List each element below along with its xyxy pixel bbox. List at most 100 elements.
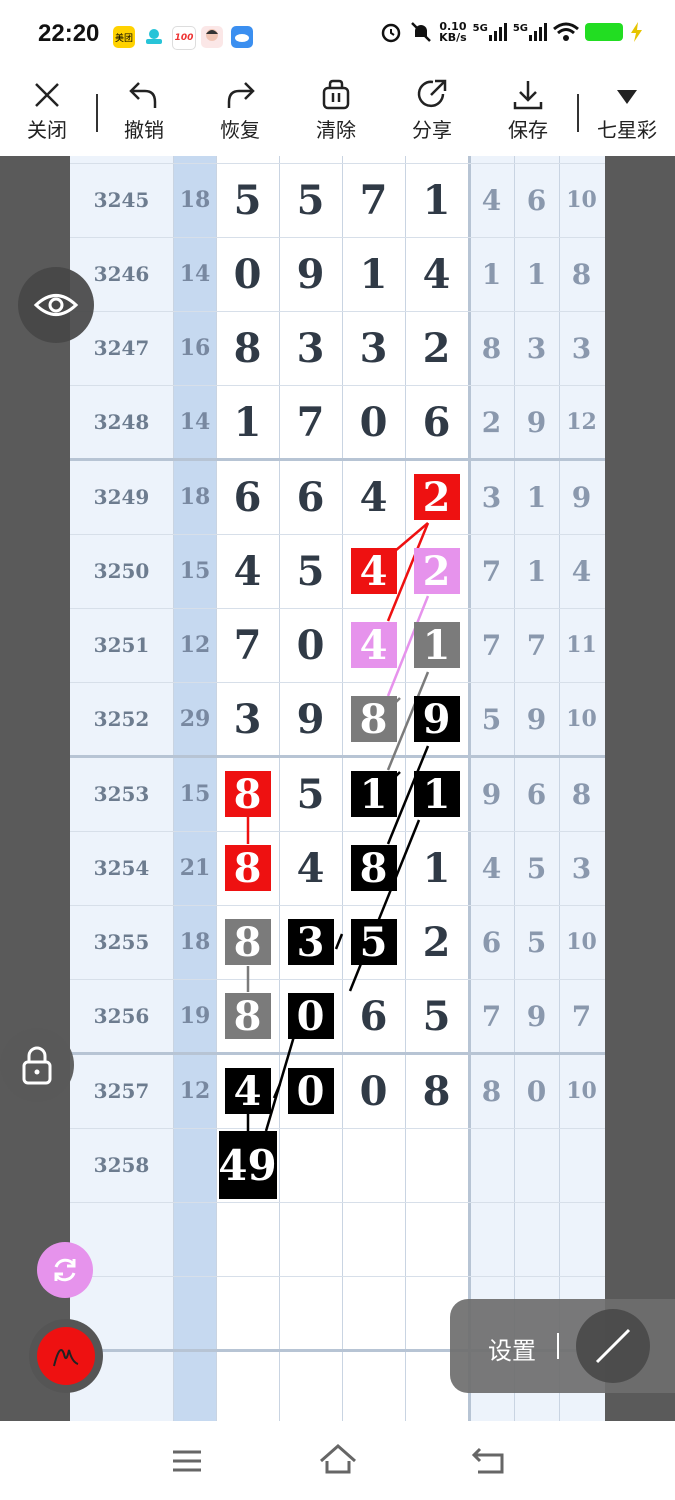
stat-cell: 10 <box>566 706 597 732</box>
digit-cell[interactable]: 1 <box>405 163 468 237</box>
digit-cell-highlight-pink[interactable]: 2 <box>405 534 468 608</box>
digit-cell-highlight-black[interactable]: 5 <box>342 905 405 979</box>
table-row: 3247 16 8 3 3 2 8 3 3 <box>70 311 605 385</box>
digit-cell[interactable]: 7 <box>279 385 342 459</box>
digit-cell[interactable]: 0 <box>342 385 405 459</box>
settings-button[interactable]: 设置 <box>488 1331 536 1366</box>
digit-cell[interactable]: 6 <box>279 460 342 534</box>
alarm-icon <box>381 23 401 43</box>
digit-cell-highlight-black[interactable]: 0 <box>279 1054 342 1128</box>
digit-cell[interactable]: 8 <box>216 311 279 385</box>
digit-cell[interactable]: 3 <box>342 311 405 385</box>
menu-nav-button[interactable] <box>170 1447 204 1479</box>
digit-cell-highlight-red[interactable]: 8 <box>216 831 279 905</box>
stat-cell: 4 <box>481 851 502 885</box>
digit-cell-highlight-black[interactable]: 49 <box>216 1128 279 1202</box>
table-row: 3258 49 <box>70 1128 605 1202</box>
digit-cell-highlight-gray[interactable]: 8 <box>216 905 279 979</box>
stat-cell: 3 <box>481 480 502 514</box>
chart-area[interactable]: 3245 18 5 5 7 1 4 6 10 3246 14 0 9 1 4 1… <box>0 156 675 1421</box>
clear-button[interactable]: 清除 <box>301 78 371 143</box>
digit-cell[interactable]: 4 <box>279 831 342 905</box>
lock-button[interactable] <box>0 1028 74 1102</box>
save-button[interactable]: 保存 <box>493 78 563 143</box>
stat-cell: 7 <box>481 628 502 662</box>
issue-number: 3249 <box>93 485 150 509</box>
back-nav-button[interactable] <box>470 1445 506 1479</box>
menu-icon <box>173 1450 201 1472</box>
digit-cell[interactable]: 5 <box>405 979 468 1053</box>
digit-cell[interactable]: 2 <box>405 905 468 979</box>
digit-cell[interactable]: 2 <box>405 311 468 385</box>
sum-value: 18 <box>179 484 211 510</box>
issue-number: 3258 <box>93 1153 150 1177</box>
table-row: 3256 19 8 0 6 5 7 9 7 <box>70 979 605 1053</box>
digit-cell[interactable]: 4 <box>405 237 468 311</box>
digit-cell[interactable]: 5 <box>216 163 279 237</box>
digit-cell[interactable]: 7 <box>342 163 405 237</box>
digit-cell[interactable]: 0 <box>279 608 342 682</box>
digit-cell[interactable]: 1 <box>216 385 279 459</box>
digit-cell[interactable]: 5 <box>279 757 342 831</box>
digit-cell[interactable]: 3 <box>279 311 342 385</box>
digit-cell[interactable]: 8 <box>405 1054 468 1128</box>
line-tool-icon <box>595 1328 631 1364</box>
undo-icon <box>129 82 157 108</box>
trend-chart-sheet[interactable]: 3245 18 5 5 7 1 4 6 10 3246 14 0 9 1 4 1… <box>70 156 605 1421</box>
digit-cell[interactable]: 3 <box>216 682 279 756</box>
table-row: 3252 29 3 9 8 9 5 9 10 <box>70 682 605 756</box>
digit-cell[interactable]: 6 <box>216 460 279 534</box>
settings-panel[interactable]: 设置 <box>450 1299 675 1393</box>
table-row: 3245 18 5 5 7 1 4 6 10 <box>70 163 605 237</box>
close-icon <box>35 83 59 107</box>
digit-cell[interactable]: 4 <box>216 534 279 608</box>
refresh-button[interactable] <box>37 1242 93 1298</box>
digit-cell[interactable]: 5 <box>279 163 342 237</box>
stat-cell: 5 <box>526 851 547 885</box>
digit-cell-highlight-black[interactable]: 3 <box>279 905 342 979</box>
digit-cell[interactable]: 1 <box>405 831 468 905</box>
mute-icon <box>411 22 432 42</box>
digit-cell[interactable]: 9 <box>279 682 342 756</box>
digit-cell-highlight-black[interactable]: 4 <box>216 1054 279 1128</box>
digit-cell-highlight-black[interactable]: 9 <box>405 682 468 756</box>
undo-button[interactable]: 撤销 <box>109 78 179 143</box>
digit-cell-highlight-pink[interactable]: 4 <box>342 608 405 682</box>
sum-value: 21 <box>179 855 211 881</box>
table-row: 3250 15 4 5 4 2 7 1 4 <box>70 534 605 608</box>
digit-cell-highlight-red[interactable]: 2 <box>405 460 468 534</box>
digit-cell[interactable]: 0 <box>216 237 279 311</box>
digit-cell-highlight-black[interactable]: 8 <box>342 831 405 905</box>
issue-number: 3255 <box>93 930 150 954</box>
digit-cell-highlight-black[interactable]: 1 <box>405 757 468 831</box>
weather-icon <box>231 26 253 48</box>
visibility-toggle-button[interactable] <box>18 267 94 343</box>
digit-cell-highlight-black[interactable]: 1 <box>342 757 405 831</box>
redo-button[interactable]: 恢复 <box>205 78 275 143</box>
stat-cell: 9 <box>526 702 547 736</box>
digit-cell-highlight-black[interactable]: 0 <box>279 979 342 1053</box>
digit-cell-highlight-red[interactable]: 8 <box>216 757 279 831</box>
stat-cell: 6 <box>526 183 547 217</box>
stat-cell: 8 <box>481 331 502 365</box>
home-nav-button[interactable] <box>318 1443 358 1479</box>
digit-cell[interactable]: 4 <box>342 460 405 534</box>
digit-cell[interactable]: 1 <box>342 237 405 311</box>
digit-cell[interactable]: 7 <box>216 608 279 682</box>
digit-cell-highlight-gray[interactable]: 1 <box>405 608 468 682</box>
digit-cell[interactable]: 9 <box>279 237 342 311</box>
digit-cell-highlight-gray[interactable]: 8 <box>342 682 405 756</box>
draw-pen-button[interactable] <box>29 1319 103 1393</box>
digit-cell[interactable]: 6 <box>405 385 468 459</box>
line-tool-button[interactable] <box>576 1309 650 1383</box>
digit-cell[interactable]: 6 <box>342 979 405 1053</box>
sum-value: 12 <box>179 632 211 658</box>
digit-cell-highlight-gray[interactable]: 8 <box>216 979 279 1053</box>
digit-cell[interactable]: 5 <box>279 534 342 608</box>
digit-cell-highlight-red[interactable]: 4 <box>342 534 405 608</box>
status-indicators: 0.10 KB/s 5G 5G <box>379 20 643 44</box>
lottery-select-button[interactable]: 七星彩 <box>590 78 664 143</box>
digit-cell[interactable]: 0 <box>342 1054 405 1128</box>
share-button[interactable]: 分享 <box>397 78 467 143</box>
close-button[interactable]: 关闭 <box>12 78 82 143</box>
